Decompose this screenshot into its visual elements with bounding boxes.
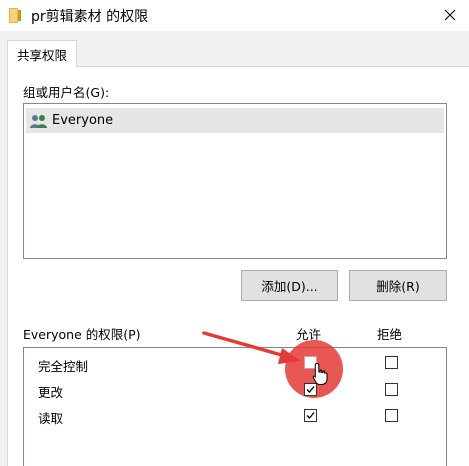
permission-change-label: 更改 bbox=[38, 385, 64, 400]
permission-read-label: 读取 bbox=[38, 411, 64, 426]
full-control-allow-checkbox[interactable] bbox=[304, 356, 317, 369]
close-button[interactable] bbox=[439, 4, 461, 26]
group-users-listbox[interactable]: Everyone bbox=[23, 103, 447, 259]
check-icon bbox=[306, 412, 315, 419]
list-item-everyone[interactable]: Everyone bbox=[26, 108, 444, 133]
title-bar: pr剪辑素材 的权限 bbox=[0, 0, 469, 31]
check-icon bbox=[306, 386, 315, 393]
deny-header: 拒绝 bbox=[377, 327, 403, 342]
read-deny-checkbox[interactable] bbox=[385, 409, 398, 422]
remove-button[interactable]: 删除(R) bbox=[349, 270, 447, 301]
group-users-label: 组或用户名(G): bbox=[23, 85, 110, 100]
full-control-deny-checkbox[interactable] bbox=[385, 356, 398, 369]
permission-full-control-label: 完全控制 bbox=[38, 359, 89, 374]
read-allow-checkbox[interactable] bbox=[304, 409, 317, 422]
users-icon bbox=[30, 114, 47, 128]
change-deny-checkbox[interactable] bbox=[385, 383, 398, 396]
permissions-label: Everyone 的权限(P) bbox=[23, 327, 141, 342]
close-icon bbox=[444, 9, 456, 21]
window-title: pr剪辑素材 的权限 bbox=[31, 9, 149, 25]
add-button[interactable]: 添加(D)... bbox=[241, 270, 338, 301]
user-name: Everyone bbox=[52, 113, 114, 128]
folder-icon bbox=[9, 8, 21, 23]
change-allow-checkbox[interactable] bbox=[304, 383, 317, 396]
tab-label: 共享权限 bbox=[16, 47, 67, 63]
tab-share-permissions[interactable]: 共享权限 bbox=[7, 40, 77, 67]
